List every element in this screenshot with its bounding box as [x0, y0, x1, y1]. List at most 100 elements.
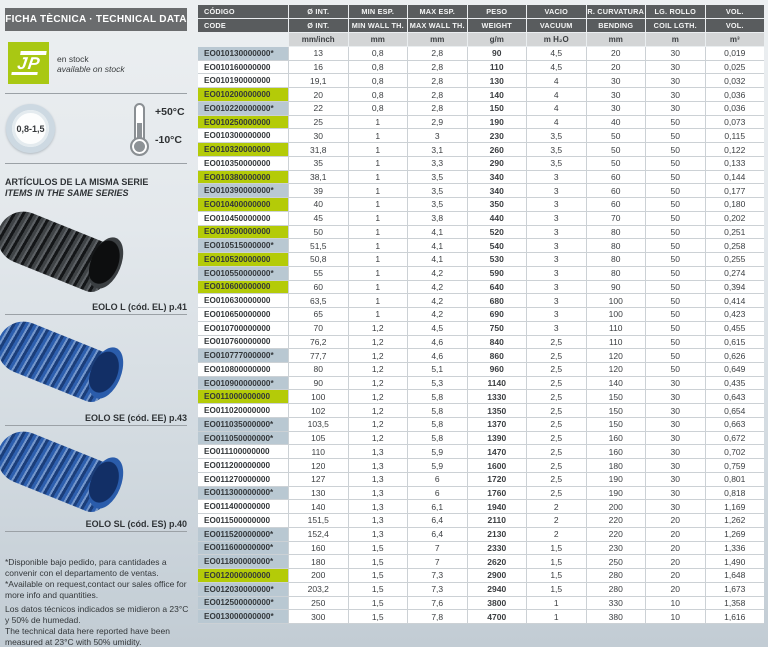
row-value-cell: 300	[289, 610, 348, 623]
row-value-cell: 51,5	[289, 239, 348, 252]
column-header-en: COIL LGTH.	[646, 19, 705, 32]
row-value-cell: 380	[587, 610, 646, 623]
temperature-min: -10°C	[155, 134, 182, 146]
row-value-cell: 20	[289, 88, 348, 101]
row-code-cell: EO011520000000*	[198, 528, 288, 541]
row-value-cell: 520	[468, 226, 527, 239]
row-value-cell: 3800	[468, 597, 527, 610]
row-code-cell: EO011050000000*	[198, 432, 288, 445]
row-value-cell: 4	[527, 102, 586, 115]
row-value-cell: 1,616	[706, 610, 765, 623]
row-code-cell: EO010200000000	[198, 88, 288, 101]
row-value-cell: 3	[527, 267, 586, 280]
row-code-cell: EO011500000000	[198, 514, 288, 527]
row-value-cell: 30	[646, 74, 705, 87]
divider	[5, 163, 187, 164]
row-code-cell: EO011035000000*	[198, 418, 288, 431]
row-value-cell: 5,8	[408, 390, 467, 403]
row-value-cell: 180	[289, 555, 348, 568]
column-header-en: WEIGHT	[468, 19, 527, 32]
row-value-cell: 0,255	[706, 253, 765, 266]
row-value-cell: 60	[587, 184, 646, 197]
stock-line-es: en stock	[57, 54, 125, 64]
row-code-cell: EO010650000000	[198, 308, 288, 321]
column-header-en: VOL.	[706, 19, 765, 32]
row-value-cell: 1,3	[349, 528, 408, 541]
row-value-cell: 1	[349, 239, 408, 252]
row-value-cell: 0,202	[706, 212, 765, 225]
row-value-cell: 1,5	[349, 555, 408, 568]
row-value-cell: 4,2	[408, 267, 467, 280]
row-value-cell: 590	[468, 267, 527, 280]
row-value-cell: 50	[646, 363, 705, 376]
row-code-cell: EO010190000000	[198, 74, 288, 87]
row-value-cell: 3	[527, 239, 586, 252]
row-code-cell: EO011020000000	[198, 404, 288, 417]
row-value-cell: 30	[646, 61, 705, 74]
row-value-cell: 30	[587, 88, 646, 101]
row-value-cell: 1	[349, 294, 408, 307]
row-value-cell: 63,5	[289, 294, 348, 307]
row-value-cell: 0,8	[349, 61, 408, 74]
row-value-cell: 250	[289, 597, 348, 610]
row-value-cell: 1,5	[527, 569, 586, 582]
row-value-cell: 860	[468, 349, 527, 362]
row-value-cell: 1	[349, 267, 408, 280]
row-code-cell: EO012500000000*	[198, 597, 288, 610]
row-value-cell: 1370	[468, 418, 527, 431]
row-value-cell: 680	[468, 294, 527, 307]
row-value-cell: 30	[646, 390, 705, 403]
row-value-cell: 30	[289, 129, 348, 142]
row-code-cell: EO010550000000*	[198, 267, 288, 280]
row-code-cell: EO011200000000	[198, 459, 288, 472]
row-value-cell: 2130	[468, 528, 527, 541]
row-value-cell: 20	[646, 555, 705, 568]
jp-logo-text: JP	[16, 56, 41, 71]
column-header-es: MIN ESP.	[349, 5, 408, 18]
row-value-cell: 140	[587, 377, 646, 390]
row-value-cell: 0,036	[706, 102, 765, 115]
row-value-cell: 50	[646, 129, 705, 142]
row-value-cell: 50	[646, 253, 705, 266]
row-value-cell: 4,2	[408, 294, 467, 307]
row-value-cell: 2,5	[527, 363, 586, 376]
row-value-cell: 1,648	[706, 569, 765, 582]
row-value-cell: 0,032	[706, 74, 765, 87]
row-value-cell: 3,3	[408, 157, 467, 170]
row-value-cell: 50	[646, 226, 705, 239]
row-value-cell: 230	[587, 542, 646, 555]
row-value-cell: 1	[349, 171, 408, 184]
row-value-cell: 0,8	[349, 102, 408, 115]
row-value-cell: 60	[289, 281, 348, 294]
temperature-max: +50°C	[155, 106, 185, 118]
row-value-cell: 350	[468, 198, 527, 211]
row-value-cell: 4	[527, 116, 586, 129]
row-value-cell: 110	[587, 336, 646, 349]
row-value-cell: 50	[646, 336, 705, 349]
row-value-cell: 6	[408, 487, 467, 500]
row-value-cell: 0,8	[349, 74, 408, 87]
row-value-cell: 250	[587, 555, 646, 568]
column-header-es: CÓDIGO	[198, 5, 288, 18]
row-value-cell: 80	[587, 267, 646, 280]
row-value-cell: 1	[349, 253, 408, 266]
row-value-cell: 20	[646, 528, 705, 541]
series-item-caption: EOLO SE (cód. EE) p.43	[5, 413, 187, 423]
row-value-cell: 280	[587, 569, 646, 582]
column-unit: mm	[408, 33, 467, 46]
row-value-cell: 140	[468, 88, 527, 101]
row-value-cell: 30	[587, 102, 646, 115]
technical-data-table: CÓDIGO Ø INT. MIN ESP. MAX ESP. PESO VAC…	[198, 5, 764, 624]
sidebar: FICHA TÈCNICA · TECHNICAL DATA JP en sto…	[0, 0, 196, 647]
row-value-cell: 1,2	[349, 404, 408, 417]
column-unit	[198, 33, 288, 46]
row-value-cell: 3	[527, 322, 586, 335]
row-value-cell: 4,6	[408, 349, 467, 362]
row-value-cell: 0,8	[349, 47, 408, 60]
column-unit: mm	[587, 33, 646, 46]
row-value-cell: 10	[646, 597, 705, 610]
row-value-cell: 31,8	[289, 143, 348, 156]
row-value-cell: 2,5	[527, 487, 586, 500]
row-value-cell: 440	[468, 212, 527, 225]
row-value-cell: 4	[527, 74, 586, 87]
